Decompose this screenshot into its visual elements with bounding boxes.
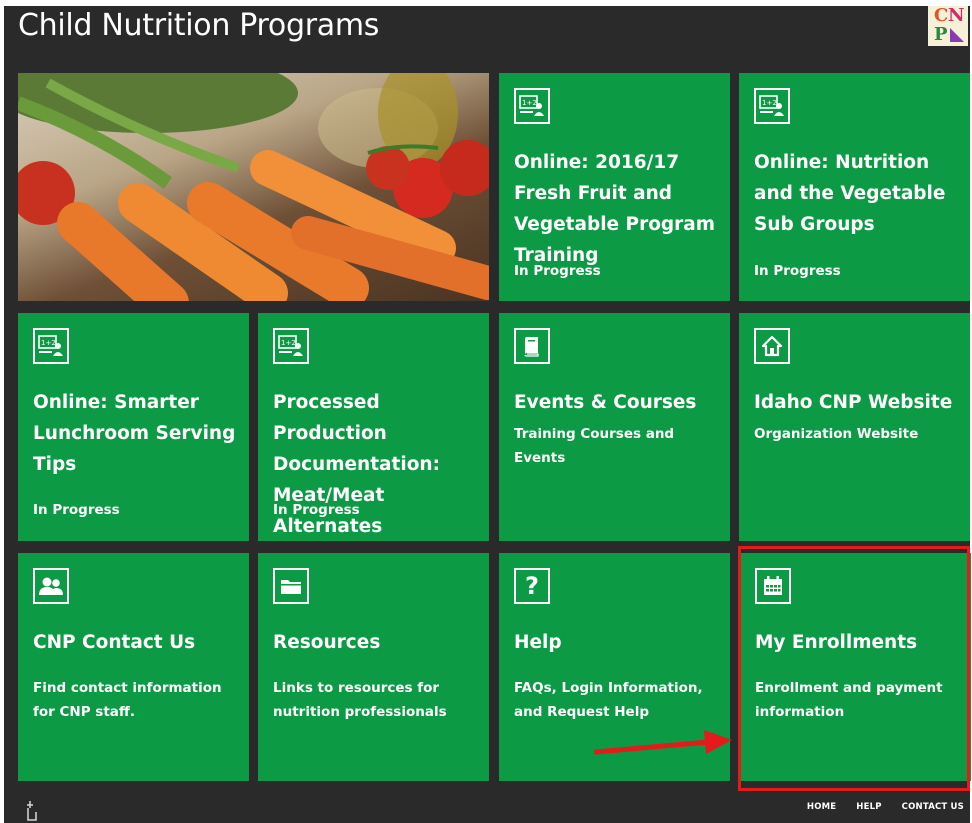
- tile-cnp-contact-us[interactable]: CNP Contact Us Find contact information …: [18, 553, 249, 781]
- calendar-icon: [755, 568, 791, 604]
- tile-subtitle: Links to resources for nutrition profess…: [273, 680, 447, 720]
- svg-text:1+2: 1+2: [281, 339, 296, 347]
- tile-vegetable-sub-groups[interactable]: 1+2 Online: Nutrition and the Vegetable …: [739, 73, 970, 301]
- annotation-arrow-icon: [594, 730, 732, 755]
- classroom-icon: 1+2: [754, 88, 790, 124]
- tile-events-courses[interactable]: Events & Courses Training Courses and Ev…: [499, 313, 730, 541]
- tile-title: Online: Nutrition and the Vegetable Sub …: [754, 152, 946, 235]
- tile-subtitle: Organization Website: [754, 426, 919, 442]
- logo-letter-p: P: [934, 24, 948, 45]
- accessibility-icon[interactable]: [24, 800, 44, 822]
- tile-status: In Progress: [33, 502, 120, 518]
- svg-text:1+2: 1+2: [522, 99, 537, 107]
- contacts-icon: [33, 568, 69, 604]
- tile-title: CNP Contact Us: [33, 632, 196, 653]
- folder-icon: [273, 568, 309, 604]
- question-icon: ?: [514, 568, 550, 604]
- tile-subtitle: Enrollment and payment information: [755, 680, 943, 720]
- tile-title: Help: [514, 632, 562, 653]
- tile-status: In Progress: [514, 263, 601, 279]
- book-icon: [514, 328, 550, 364]
- tile-subtitle: FAQs, Login Information, and Request Hel…: [514, 680, 703, 720]
- logo-letter-c: C: [934, 5, 949, 26]
- tile-title: My Enrollments: [755, 632, 918, 653]
- tile-fresh-fruit-vegetable-training[interactable]: 1+2 Online: 2016/17 Fresh Fruit and Vege…: [499, 73, 730, 301]
- tile-subtitle: Training Courses and Events: [514, 426, 675, 466]
- page-title: Child Nutrition Programs: [18, 8, 380, 43]
- logo-triangle: [950, 28, 964, 42]
- tile-resources[interactable]: Resources Links to resources for nutriti…: [258, 553, 489, 781]
- footer-link-help[interactable]: HELP: [856, 802, 881, 812]
- tile-title: Resources: [273, 632, 381, 653]
- footer-link-contact-us[interactable]: CONTACT US: [902, 802, 964, 812]
- tile-smarter-lunchroom[interactable]: 1+2 Online: Smarter Lunchroom Serving Ti…: [18, 313, 249, 541]
- cnp-logo[interactable]: C N P: [928, 5, 968, 46]
- tile-subtitle: Find contact information for CNP staff.: [33, 680, 222, 720]
- logo-letter-n: N: [948, 5, 965, 26]
- tile-processed-production[interactable]: 1+2 Processed Production Documentation: …: [258, 313, 489, 541]
- tile-title: Idaho CNP Website: [754, 392, 953, 413]
- home-icon: [754, 328, 790, 364]
- tile-title: Online: Smarter Lunchroom Serving Tips: [33, 392, 236, 475]
- svg-text:1+2: 1+2: [762, 99, 777, 107]
- footer-link-home[interactable]: HOME: [807, 802, 836, 812]
- tile-status: In Progress: [273, 502, 360, 518]
- footer-nav: HOME HELP CONTACT US: [807, 802, 964, 812]
- tile-title: Online: 2016/17 Fresh Fruit and Vegetabl…: [514, 152, 716, 266]
- tile-idaho-cnp-website[interactable]: Idaho CNP Website Organization Website: [739, 313, 970, 541]
- tile-title: Events & Courses: [514, 392, 697, 413]
- hero-vegetables-image: [18, 73, 489, 301]
- tile-status: In Progress: [754, 263, 841, 279]
- classroom-icon: 1+2: [514, 88, 550, 124]
- classroom-icon: 1+2: [273, 328, 309, 364]
- tile-my-enrollments[interactable]: My Enrollments Enrollment and payment in…: [740, 553, 971, 781]
- classroom-icon: 1+2: [33, 328, 69, 364]
- svg-text:1+2: 1+2: [41, 339, 56, 347]
